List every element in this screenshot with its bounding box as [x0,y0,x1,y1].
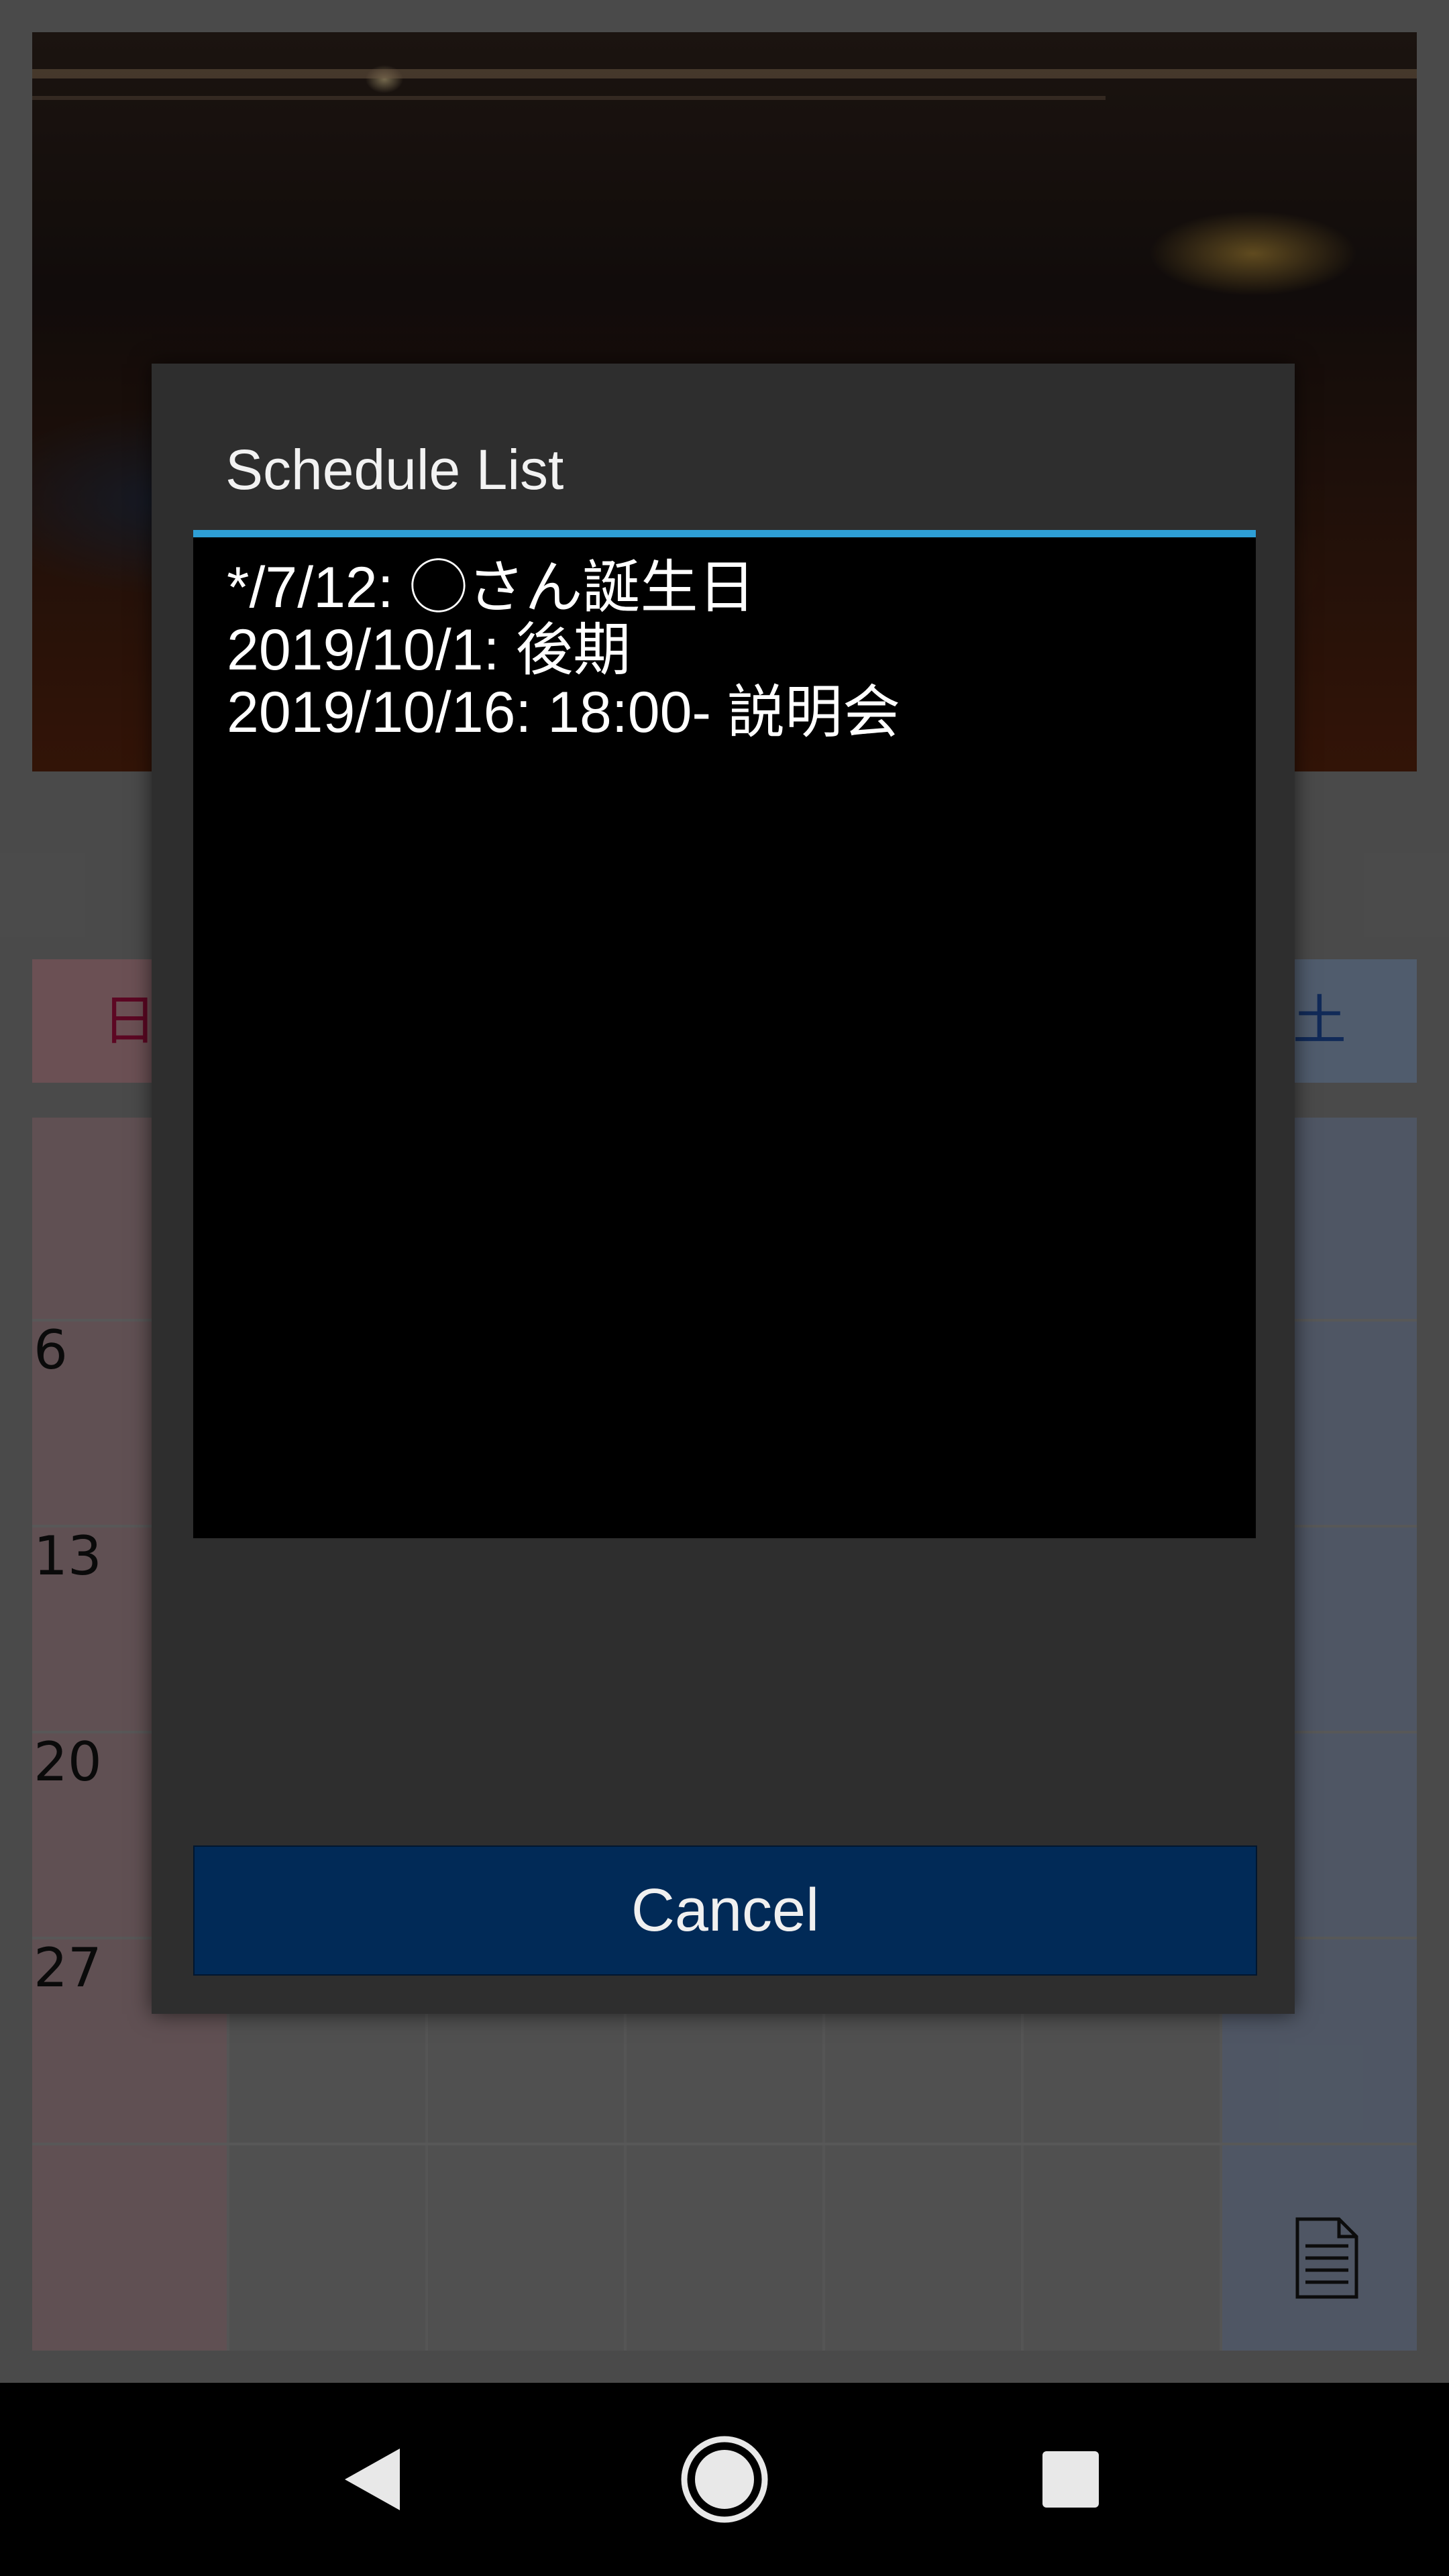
system-navigation-bar [0,2383,1449,2576]
schedule-list[interactable]: */7/12: ◯さん誕生日 2019/10/1: 後期 2019/10/16:… [193,537,1256,1538]
cancel-button[interactable]: Cancel [193,1845,1257,1976]
schedule-list-dialog: Schedule List */7/12: ◯さん誕生日 2019/10/1: … [152,364,1295,2014]
recent-apps-icon [1042,2451,1099,2508]
recent-apps-button[interactable] [1004,2383,1138,2576]
home-icon [681,2436,768,2523]
title-divider [193,530,1256,537]
dialog-title: Schedule List [225,438,564,501]
back-icon [345,2449,400,2510]
back-button[interactable] [309,2383,443,2576]
home-button[interactable] [657,2383,792,2576]
list-item[interactable]: 2019/10/16: 18:00- 説明会 [227,665,900,749]
